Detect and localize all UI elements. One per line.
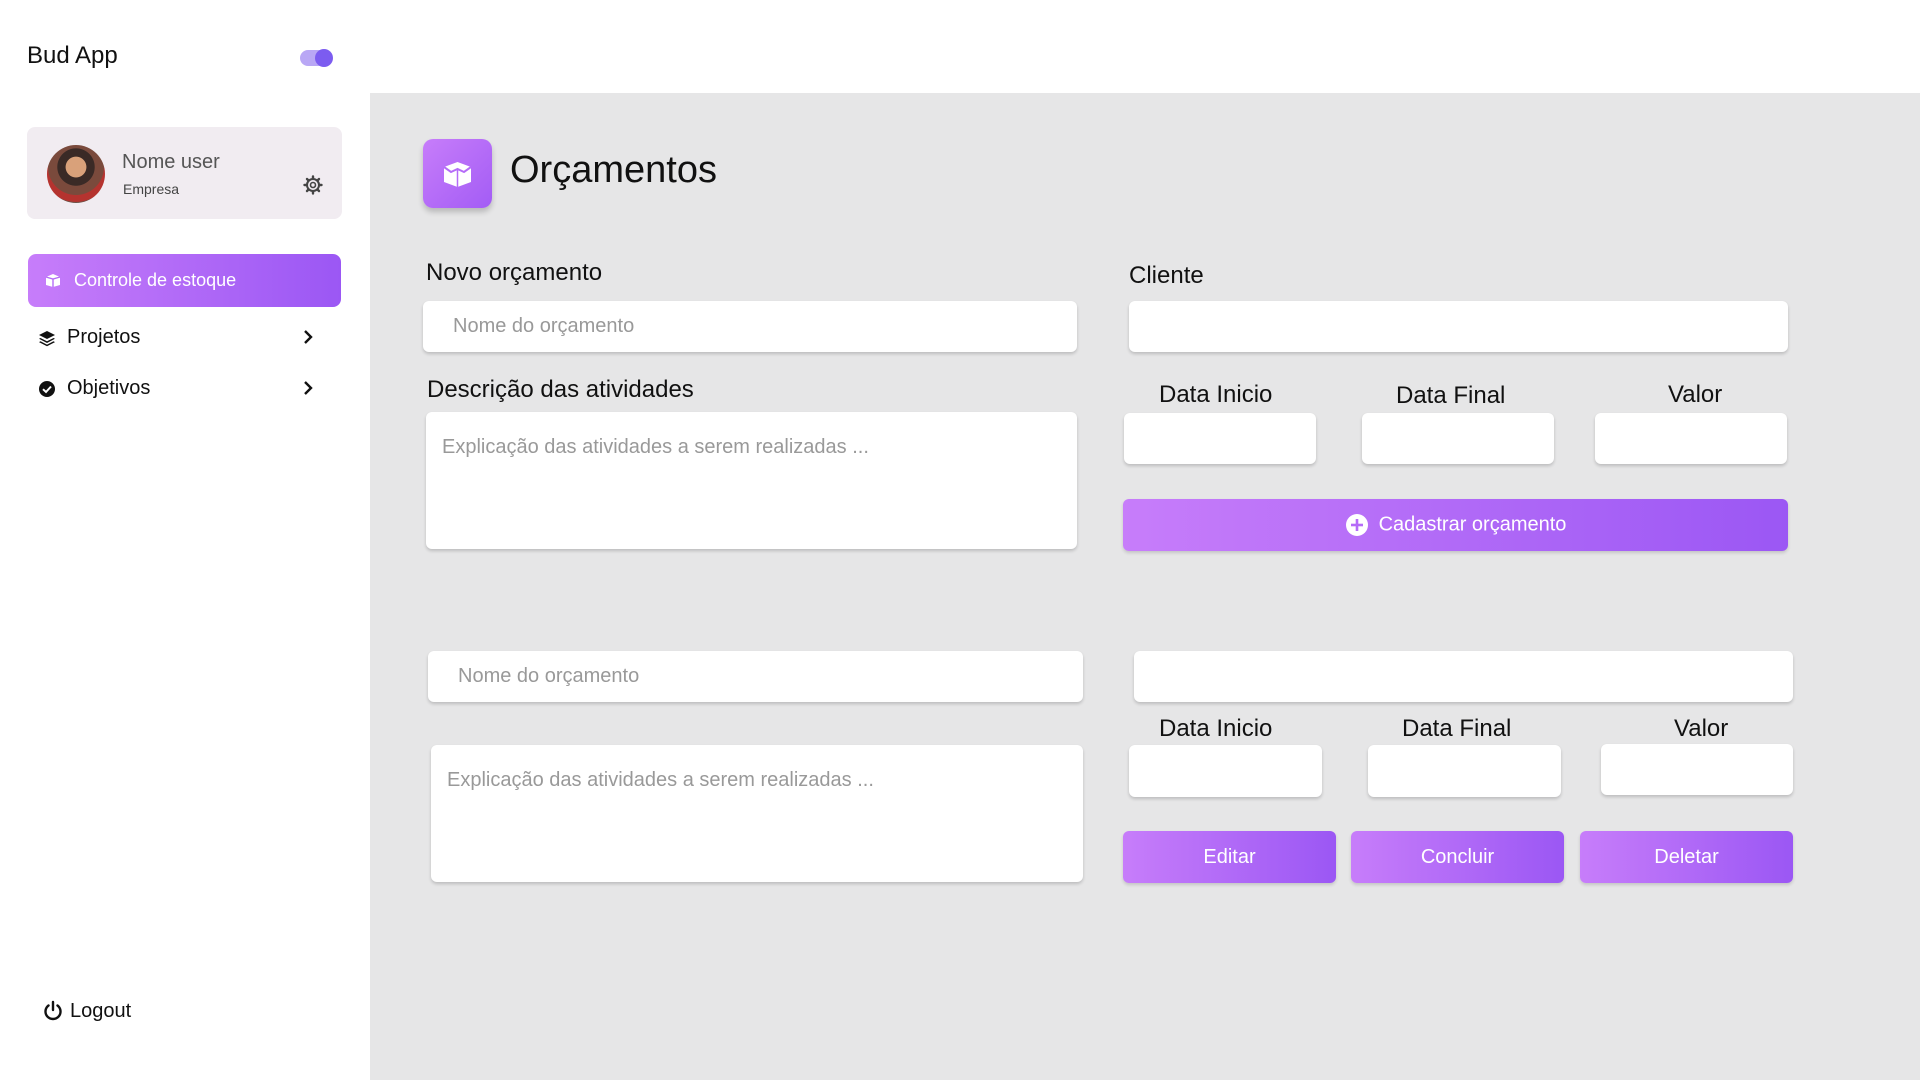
- app-title: Bud App: [27, 42, 118, 69]
- sidebar: Bud App Nome user Empresa Controle de es…: [0, 0, 370, 1080]
- main-content: Orçamentos Novo orçamento Descrição das …: [370, 93, 1920, 1080]
- box-open-icon: [443, 162, 472, 187]
- theme-toggle[interactable]: [300, 49, 333, 67]
- descricao-textarea[interactable]: [426, 412, 1077, 549]
- sidebar-item-label: Projetos: [67, 326, 141, 348]
- deletar-button[interactable]: Deletar: [1580, 831, 1793, 883]
- card-valor-input[interactable]: [1601, 744, 1793, 795]
- chevron-right-icon: [304, 381, 313, 395]
- card-data-inicio-label: Data Inicio: [1159, 715, 1273, 742]
- nome-orcamento-input[interactable]: [423, 301, 1077, 352]
- concluir-button[interactable]: Concluir: [1351, 831, 1564, 883]
- user-company: Empresa: [123, 181, 180, 197]
- data-inicio-label: Data Inicio: [1159, 381, 1273, 408]
- user-card: Nome user Empresa: [27, 127, 342, 219]
- cadastrar-label: Cadastrar orçamento: [1378, 513, 1567, 536]
- avatar: [47, 145, 105, 203]
- cadastrar-orcamento-button[interactable]: Cadastrar orçamento: [1123, 499, 1788, 551]
- editar-button[interactable]: Editar: [1123, 831, 1336, 883]
- page-icon: [423, 139, 492, 208]
- page-title: Orçamentos: [510, 149, 717, 191]
- chevron-right-icon: [304, 330, 313, 344]
- data-inicio-input[interactable]: [1124, 413, 1316, 464]
- layers-icon: [39, 331, 55, 347]
- data-final-input[interactable]: [1362, 413, 1554, 464]
- power-icon: [44, 1000, 62, 1021]
- box-icon: [45, 274, 61, 287]
- sidebar-item-label: Controle de estoque: [74, 270, 237, 290]
- data-final-label: Data Final: [1396, 382, 1506, 409]
- user-name: Nome user: [122, 151, 220, 173]
- valor-input[interactable]: [1595, 413, 1787, 464]
- card-data-final-label: Data Final: [1402, 715, 1512, 742]
- descricao-label: Descrição das atividades: [427, 376, 694, 403]
- card-data-inicio-input[interactable]: [1129, 745, 1322, 797]
- logout-label: Logout: [70, 1000, 132, 1022]
- check-circle-icon: [39, 381, 55, 397]
- card-descricao-textarea[interactable]: [431, 745, 1083, 882]
- card-data-final-input[interactable]: [1368, 745, 1561, 797]
- novo-orcamento-label: Novo orçamento: [426, 259, 603, 286]
- valor-label: Valor: [1668, 381, 1723, 408]
- card-cliente-input[interactable]: [1134, 651, 1793, 702]
- sidebar-item-projetos[interactable]: Projetos: [28, 318, 328, 358]
- card-nome-orcamento-input[interactable]: [428, 651, 1083, 702]
- gear-icon[interactable]: [303, 175, 323, 195]
- logout-button[interactable]: Logout: [42, 998, 162, 1028]
- card-valor-label: Valor: [1674, 715, 1729, 742]
- cliente-label: Cliente: [1129, 262, 1204, 289]
- cliente-input[interactable]: [1129, 301, 1788, 352]
- sidebar-item-objetivos[interactable]: Objetivos: [28, 369, 328, 409]
- sidebar-item-label: Objetivos: [67, 377, 151, 399]
- toggle-knob[interactable]: [315, 49, 333, 67]
- plus-circle-icon: [1345, 514, 1368, 536]
- sidebar-item-controle-de-estoque[interactable]: Controle de estoque: [28, 254, 341, 307]
